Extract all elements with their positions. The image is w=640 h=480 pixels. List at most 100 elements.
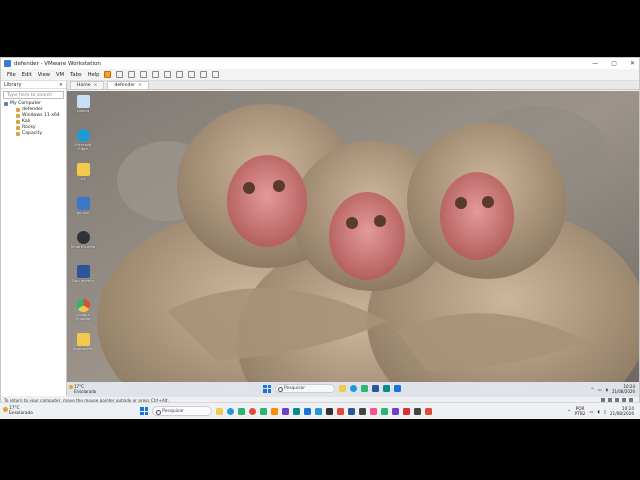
host-system-tray: ^ POR PTB2 ▭ ◖ ▯ 10:24 21/08/2026	[567, 406, 634, 416]
guest-desktop[interactable]: Lixeira Microsoft Edge a1 go.msi SmartSc…	[67, 91, 639, 397]
store-icon[interactable]	[238, 407, 245, 415]
minimize-button[interactable]: —	[592, 60, 598, 67]
app-icon[interactable]	[282, 407, 289, 415]
settings-icon[interactable]	[394, 385, 401, 392]
word-icon	[76, 265, 90, 278]
windows-start-icon[interactable]	[263, 384, 271, 393]
network-icon[interactable]: ▭	[598, 387, 602, 392]
terminal-icon[interactable]	[326, 407, 333, 415]
app-icon[interactable]	[315, 407, 322, 415]
edge-icon[interactable]	[350, 385, 357, 392]
app-icon[interactable]	[392, 407, 399, 415]
desktop-icon-recycle-bin[interactable]: Lixeira	[70, 93, 96, 127]
app-icon[interactable]	[425, 407, 432, 415]
desktop-icon-clock[interactable]: SmartScreen	[70, 229, 96, 263]
host-search-input[interactable]: Pesquisar	[152, 406, 212, 416]
desktop-icon-app[interactable]: go.msi	[70, 195, 96, 229]
network-icon[interactable]: ▭	[589, 409, 593, 414]
chrome-icon[interactable]	[249, 407, 256, 415]
desktop-icon-label: Documento	[72, 278, 94, 283]
app-icon[interactable]	[337, 407, 344, 415]
app-icon[interactable]	[403, 407, 410, 415]
tab-close-icon[interactable]: ×	[94, 83, 98, 88]
vmware-icon[interactable]	[414, 407, 421, 415]
desktop-icon-edge[interactable]: Microsoft Edge	[70, 127, 96, 161]
guest-weather-widget[interactable]: 17°C Ensolarado	[69, 384, 96, 394]
library-search-input[interactable]: Type here to search	[3, 91, 64, 99]
app-icon	[76, 197, 90, 210]
word-icon[interactable]	[348, 407, 355, 415]
edge-icon[interactable]	[227, 407, 234, 415]
thumbnail-icon[interactable]	[176, 71, 184, 78]
tab-defender[interactable]: defender ×	[107, 81, 150, 89]
maximize-button[interactable]: ▢	[611, 60, 617, 67]
word-icon[interactable]	[372, 385, 379, 392]
lang-layout: PTB2	[574, 411, 586, 416]
view-options-icon[interactable]	[212, 71, 220, 78]
language-indicator[interactable]: POR PTB2	[575, 406, 586, 416]
store-icon[interactable]	[361, 385, 368, 392]
desktop-icon-notes[interactable]: anotações	[70, 331, 96, 365]
chevron-up-icon[interactable]: ^	[567, 409, 571, 414]
sun-icon	[69, 385, 73, 389]
vm-icon	[16, 120, 20, 124]
menu-bar: File Edit View VM Tabs Help	[1, 69, 639, 81]
host-clock[interactable]: 10:24 21/08/2026	[610, 406, 634, 416]
battery-icon[interactable]: ▯	[604, 409, 606, 414]
chevron-up-icon[interactable]: ^	[591, 387, 594, 392]
tab-bar: Home × defender ×	[67, 81, 639, 90]
desktop-icon-chrome[interactable]: Google Chrome	[70, 297, 96, 331]
terminal-icon[interactable]	[383, 385, 390, 392]
tab-label: defender	[114, 83, 136, 88]
windows-start-icon[interactable]	[140, 407, 148, 415]
menu-help[interactable]: Help	[88, 72, 100, 78]
window-controls: — ▢ ✕	[592, 60, 635, 67]
tree-item-vm[interactable]: Capacity	[4, 131, 66, 137]
menu-file[interactable]: File	[7, 72, 16, 78]
app-icon[interactable]	[304, 407, 311, 415]
app-icon[interactable]	[260, 407, 267, 415]
snapshot-manager-icon[interactable]	[152, 71, 160, 78]
vmware-icon	[4, 60, 11, 67]
snapshot-icon[interactable]	[128, 71, 136, 78]
host-weather-widget[interactable]: 17°C Ensolarado	[3, 406, 33, 416]
desktop-icon-label: go.msi	[76, 210, 90, 215]
close-button[interactable]: ✕	[630, 60, 635, 67]
library-header: Library ×	[1, 81, 66, 89]
desktop-icons: Lixeira Microsoft Edge a1 go.msi SmartSc…	[70, 93, 100, 365]
guest-search-input[interactable]: Pesquisar	[275, 384, 335, 393]
menu-view[interactable]: View	[38, 72, 50, 78]
unity-icon[interactable]	[200, 71, 208, 78]
desktop-icon-label: anotações	[73, 346, 93, 351]
brave-icon[interactable]	[271, 407, 278, 415]
menu-vm[interactable]: VM	[56, 72, 64, 78]
library-close-icon[interactable]: ×	[59, 82, 63, 88]
show-library-icon[interactable]	[164, 71, 172, 78]
app-icon[interactable]	[370, 407, 377, 415]
vm-icon	[16, 114, 20, 118]
volume-icon[interactable]: ◖	[606, 387, 608, 392]
file-explorer-icon[interactable]	[216, 407, 223, 415]
tab-home[interactable]: Home ×	[70, 81, 105, 89]
app-icon[interactable]	[359, 407, 366, 415]
volume-icon[interactable]: ◖	[597, 409, 599, 414]
menu-edit[interactable]: Edit	[22, 72, 32, 78]
file-explorer-icon[interactable]	[339, 385, 346, 392]
guest-clock[interactable]: 10:24 21/08/2026	[612, 384, 635, 394]
fullscreen-icon[interactable]	[188, 71, 196, 78]
desktop-icon-folder[interactable]: a1	[70, 161, 96, 195]
menu-tabs[interactable]: Tabs	[70, 72, 81, 78]
weather-desc: Ensolarado	[9, 411, 33, 416]
tab-close-icon[interactable]: ×	[138, 83, 142, 88]
app-icon[interactable]	[293, 407, 300, 415]
title-bar: defender - VMware Workstation — ▢ ✕	[1, 58, 639, 69]
desktop-icon-word[interactable]: Documento	[70, 263, 96, 297]
desktop-icon-label: Google Chrome	[75, 312, 91, 321]
sun-icon	[3, 407, 8, 412]
clock-date: 21/08/2026	[609, 411, 634, 416]
send-keys-icon[interactable]	[116, 71, 124, 78]
revert-snapshot-icon[interactable]	[140, 71, 148, 78]
pause-icon[interactable]	[104, 71, 112, 78]
host-taskbar-center: Pesquisar	[140, 406, 432, 416]
app-icon[interactable]	[381, 407, 388, 415]
